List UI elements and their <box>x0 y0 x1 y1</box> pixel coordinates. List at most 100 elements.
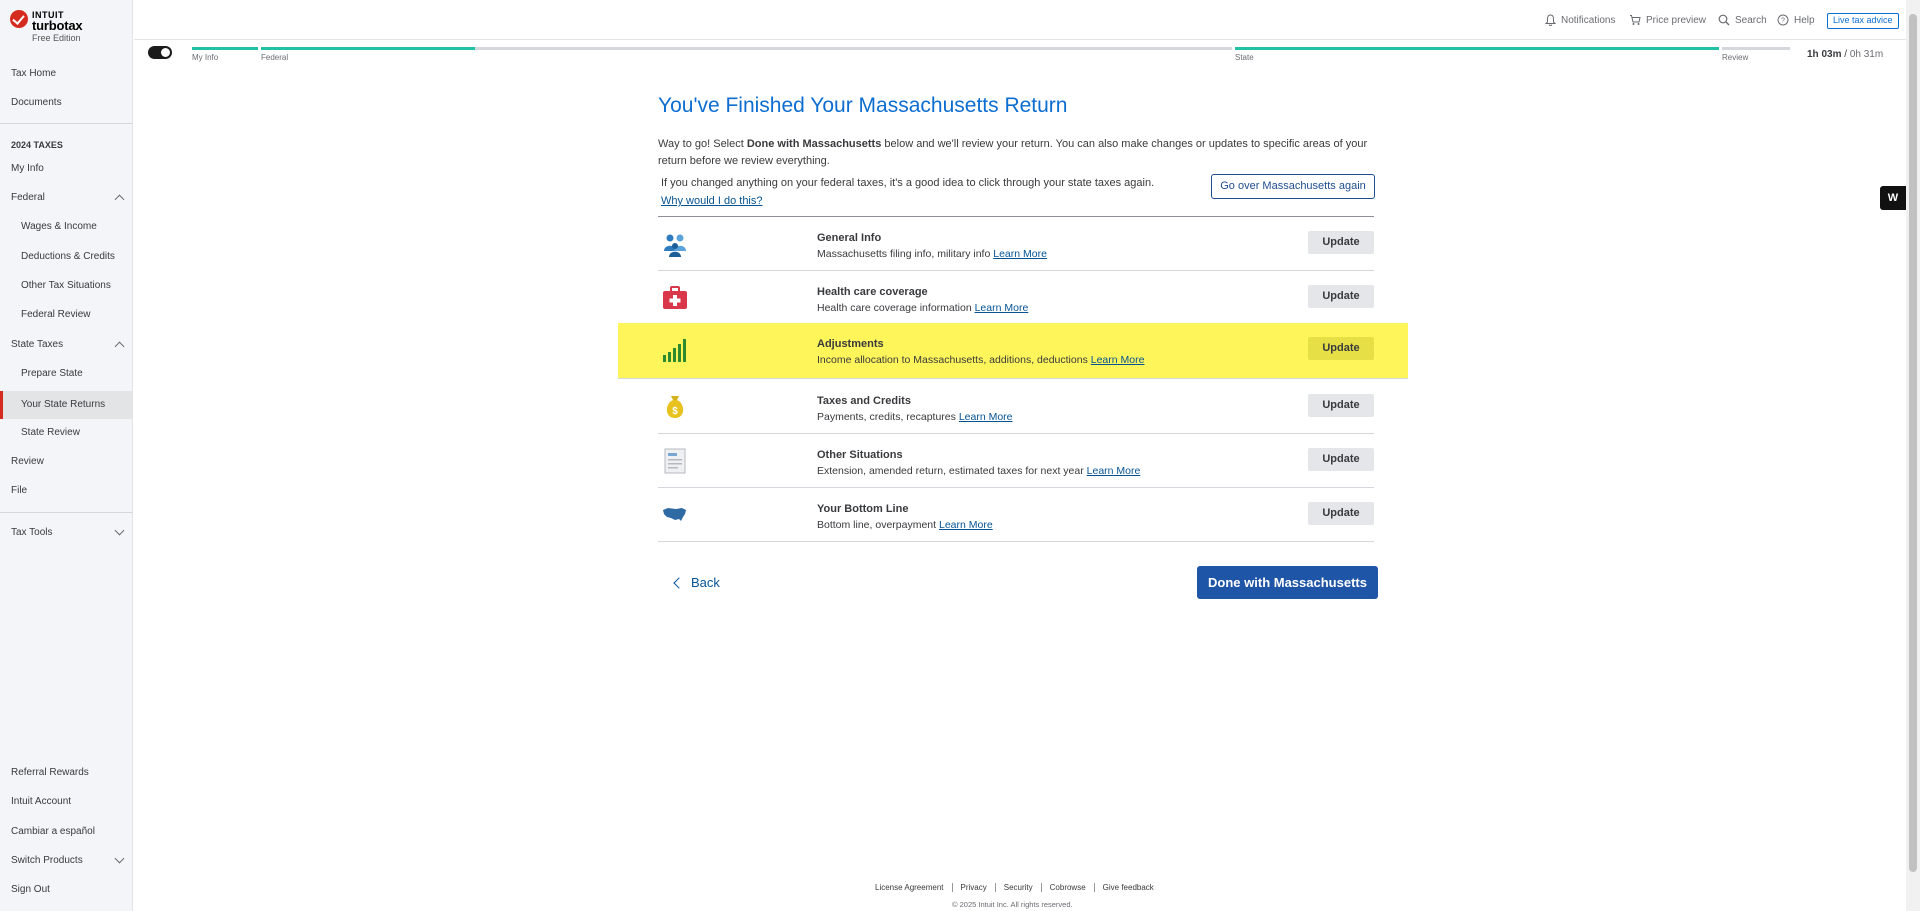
row-desc-text: Income allocation to Massachusetts, addi… <box>817 354 1088 366</box>
sidebar-item-sign-out[interactable]: Sign Out <box>0 878 133 902</box>
progress-fill <box>1235 47 1719 50</box>
sidebar-divider <box>0 123 133 124</box>
back-label: Back <box>691 575 720 590</box>
row-title: General Info <box>817 232 882 244</box>
row-title: Taxes and Credits <box>817 395 911 407</box>
progress-label-state[interactable]: State <box>1235 53 1254 62</box>
sidebar-item-deductions[interactable]: Deductions & Credits <box>0 245 133 269</box>
sidebar-item-espanol[interactable]: Cambiar a español <box>0 820 133 844</box>
notifications-link[interactable]: Notifications <box>1545 13 1615 27</box>
done-with-massachusetts-button[interactable]: Done with Massachusetts <box>1197 566 1378 599</box>
timer-separator: / <box>1841 49 1850 60</box>
section-row-health-care: Health care coverage Health care coverag… <box>658 271 1374 325</box>
row-desc-text: Bottom line, overpayment <box>817 519 937 531</box>
intro-pre: Way to go! Select <box>658 138 747 150</box>
sidebar-item-file[interactable]: File <box>0 479 133 503</box>
live-tax-advice-button[interactable]: Live tax advice <box>1827 13 1899 29</box>
update-button[interactable]: Update <box>1308 285 1374 308</box>
learn-more-link[interactable]: Learn More <box>959 411 1013 423</box>
sidebar-item-switch-products[interactable]: Switch Products <box>0 849 133 873</box>
search-link[interactable]: Search <box>1718 13 1767 27</box>
section-row-taxes-credits: $ Taxes and Credits Payments, credits, r… <box>658 380 1374 434</box>
sidebar-item-federal[interactable]: Federal <box>0 186 133 210</box>
sidebar-item-wages[interactable]: Wages & Income <box>0 215 133 239</box>
sidebar-item-federal-review[interactable]: Federal Review <box>0 303 133 327</box>
update-button[interactable]: Update <box>1308 502 1374 525</box>
help-link[interactable]: ? Help <box>1777 13 1815 27</box>
progress-label-review[interactable]: Review <box>1722 53 1748 62</box>
chevron-left-icon <box>673 576 685 589</box>
row-desc-text: Massachusetts filing info, military info <box>817 248 991 260</box>
sidebar-item-tax-tools[interactable]: Tax Tools <box>0 521 133 545</box>
progress-label-my-info[interactable]: My Info <box>192 53 218 62</box>
row-title: Other Situations <box>817 449 903 461</box>
learn-more-link[interactable]: Learn More <box>993 248 1047 260</box>
sidebar-item-tax-home[interactable]: Tax Home <box>0 62 133 86</box>
sidebar-item-your-state-returns[interactable]: Your State Returns <box>0 391 133 419</box>
row-title: Your Bottom Line <box>817 503 909 515</box>
page-title: You've Finished Your Massachusetts Retur… <box>658 94 1068 117</box>
bell-icon <box>1545 14 1556 26</box>
learn-more-link[interactable]: Learn More <box>1091 354 1145 366</box>
sidebar-divider <box>0 512 133 513</box>
progress-fill <box>192 47 258 50</box>
row-desc-text: Payments, credits, recaptures <box>817 411 956 423</box>
row-desc-text: Extension, amended return, estimated tax… <box>817 465 1084 477</box>
sidebar-item-other-tax[interactable]: Other Tax Situations <box>0 274 133 298</box>
scrollbar-thumb[interactable] <box>1909 14 1917 872</box>
row-title: Health care coverage <box>817 286 928 298</box>
update-button[interactable]: Update <box>1308 337 1374 360</box>
notice-text: If you changed anything on your federal … <box>661 177 1155 189</box>
price-preview-link[interactable]: Price preview <box>1629 13 1706 27</box>
footer-security-link[interactable]: Security <box>996 883 1042 892</box>
sidebar-toggle[interactable] <box>148 46 172 59</box>
help-icon: ? <box>1777 14 1789 26</box>
update-button[interactable]: Update <box>1308 448 1374 471</box>
page-scrollbar[interactable] <box>1906 0 1920 911</box>
chevron-up-icon <box>114 194 125 205</box>
section-row-bottom-line: Your Bottom Line Bottom line, overpaymen… <box>658 488 1374 542</box>
row-description: Massachusetts filing info, military info… <box>817 248 1047 260</box>
progress-segment-review <box>1722 47 1790 50</box>
sidebar-item-referral[interactable]: Referral Rewards <box>0 761 133 785</box>
sidebar-item-intuit-account[interactable]: Intuit Account <box>0 790 133 814</box>
timer-main: 1h 03m <box>1807 49 1842 60</box>
why-would-i-link[interactable]: Why would I do this? <box>661 195 763 207</box>
row-desc-text: Health care coverage information <box>817 302 972 314</box>
update-button[interactable]: Update <box>1308 231 1374 254</box>
progress-tracker: My Info Federal State Review 1h 03m / 0h… <box>134 40 1906 70</box>
update-button[interactable]: Update <box>1308 394 1374 417</box>
sidebar-item-state-review[interactable]: State Review <box>0 421 133 445</box>
top-bar: Notifications Price preview Search ? Hel… <box>134 0 1906 40</box>
chevron-down-icon <box>114 853 125 864</box>
footer-cobrowse-link[interactable]: Cobrowse <box>1042 883 1095 892</box>
footer-privacy-link[interactable]: Privacy <box>953 883 996 892</box>
footer-feedback-link[interactable]: Give feedback <box>1095 883 1162 892</box>
session-timer: 1h 03m / 0h 31m <box>1807 49 1883 60</box>
footer-license-link[interactable]: License Agreement <box>875 883 953 892</box>
turbotax-logo[interactable]: INTUIT turbotax Free Edition <box>10 8 130 46</box>
go-over-again-button[interactable]: Go over Massachusetts again <box>1211 174 1375 199</box>
row-description: Bottom line, overpayment Learn More <box>817 519 993 531</box>
sidebar-item-review[interactable]: Review <box>0 450 133 474</box>
sidebar-item-prepare-state[interactable]: Prepare State <box>0 362 133 386</box>
sidebar-section-heading: 2024 TAXES <box>11 140 63 150</box>
back-button[interactable]: Back <box>673 575 720 590</box>
sidebar-item-my-info[interactable]: My Info <box>0 157 133 181</box>
tax-form-icon <box>664 448 686 474</box>
learn-more-link[interactable]: Learn More <box>975 302 1029 314</box>
progress-label-federal[interactable]: Federal <box>261 53 288 62</box>
row-description: Income allocation to Massachusetts, addi… <box>817 354 1144 366</box>
first-aid-kit-icon <box>663 286 687 309</box>
feedback-widget-button[interactable]: W <box>1880 186 1906 210</box>
sidebar-item-state-taxes[interactable]: State Taxes <box>0 333 133 357</box>
sidebar-item-documents[interactable]: Documents <box>0 91 133 115</box>
progress-segment-my-info <box>192 47 258 50</box>
timer-secondary: 0h 31m <box>1849 49 1884 60</box>
copyright: © 2025 Intuit Inc. All rights reserved. <box>952 900 1073 909</box>
sidebar-item-state-taxes-label: State Taxes <box>11 339 64 350</box>
learn-more-link[interactable]: Learn More <box>939 519 993 531</box>
learn-more-link[interactable]: Learn More <box>1087 465 1141 477</box>
search-icon <box>1718 14 1730 26</box>
row-description: Extension, amended return, estimated tax… <box>817 465 1140 477</box>
